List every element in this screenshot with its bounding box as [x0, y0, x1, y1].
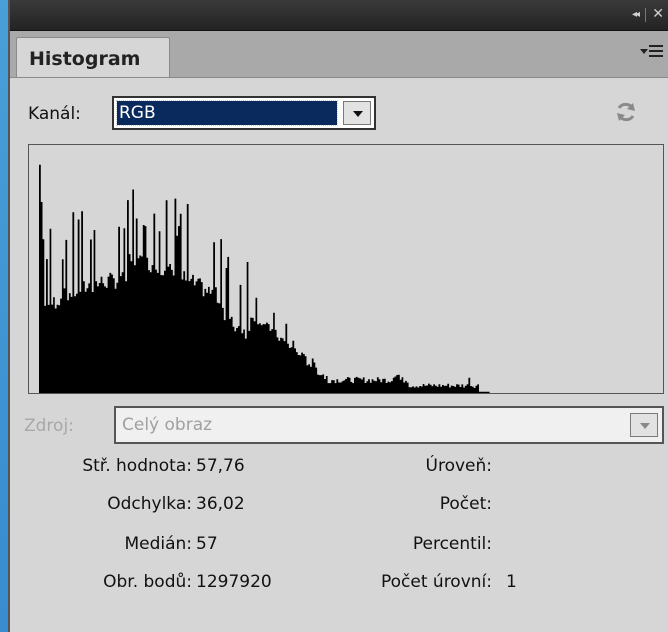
- chevron-down-icon[interactable]: [630, 413, 658, 437]
- median-value: 57: [196, 534, 218, 554]
- median-label: Medián:: [124, 534, 192, 554]
- cache-level-value: 1: [506, 572, 517, 592]
- histogram-panel: ◂◂ ✕ Histogram Kanál: RGB Zdroj: Celý ob…: [8, 0, 668, 632]
- channel-label: Kanál:: [28, 104, 81, 124]
- histogram-graph: [28, 144, 664, 394]
- panel-titlebar: ◂◂ ✕: [10, 0, 668, 31]
- source-select-value: Celý obraz: [122, 415, 213, 435]
- chevron-down-icon[interactable]: [343, 101, 371, 125]
- percentile-label: Percentil:: [412, 534, 492, 554]
- refresh-icon[interactable]: [614, 100, 638, 124]
- pixels-label: Obr. bodů:: [103, 572, 192, 592]
- channel-select[interactable]: RGB: [112, 96, 376, 130]
- histogram-plot: [39, 164, 490, 393]
- histogram-shape: [39, 164, 490, 393]
- pixels-value: 1297920: [196, 572, 272, 592]
- titlebar-separator: [645, 8, 646, 22]
- level-label: Úroveň:: [425, 456, 492, 476]
- tab-histogram-label: Histogram: [29, 48, 141, 70]
- std-dev-value: 36,02: [196, 494, 245, 514]
- close-icon[interactable]: ✕: [652, 6, 664, 22]
- count-label: Počet:: [439, 494, 492, 514]
- source-select[interactable]: Celý obraz: [114, 406, 664, 444]
- source-label: Zdroj:: [24, 416, 74, 436]
- tab-strip: Histogram: [10, 31, 668, 78]
- std-dev-label: Odchylka:: [107, 494, 192, 514]
- tab-histogram[interactable]: Histogram: [16, 37, 170, 77]
- cache-level-label: Počet úrovní:: [381, 572, 492, 592]
- double-chevron-left-icon[interactable]: ◂◂: [632, 9, 640, 20]
- panel-menu-icon[interactable]: [640, 43, 666, 63]
- mean-label: Stř. hodnota:: [82, 456, 192, 476]
- mean-value: 57,76: [196, 456, 245, 476]
- channel-select-value: RGB: [116, 100, 338, 126]
